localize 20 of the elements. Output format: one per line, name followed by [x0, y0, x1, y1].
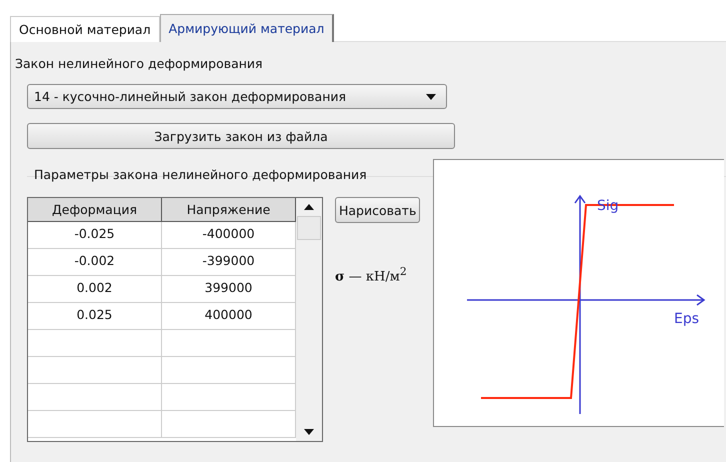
scrollbar-thumb[interactable] [297, 216, 321, 240]
scroll-up-icon[interactable] [304, 204, 314, 210]
load-from-file-button[interactable]: Загрузить закон из файла [27, 123, 455, 149]
table-cell: 0.002 [28, 276, 162, 302]
units-label: σ — кН/м$^{2}$ [335, 265, 407, 284]
law-dropdown[interactable]: 14 - кусочно-линейный закон деформирования [27, 84, 447, 109]
group-title: Параметры закона нелинейного деформирования [33, 167, 368, 184]
scrollbar[interactable] [296, 198, 322, 441]
data-table[interactable]: Деформация Напряжение -0.025 -400000 -0.002 -399000 0.002 399000 0.025 400000 [27, 197, 323, 442]
table-cell: -0.025 [28, 222, 162, 248]
table-cell: 0.025 [28, 303, 162, 329]
tab[interactable]: Основной материал [10, 16, 160, 42]
scroll-down-icon[interactable] [304, 429, 314, 435]
table-cell: -0.002 [28, 249, 162, 275]
x-axis-label: Eps [674, 311, 700, 327]
dropdown-caret-icon [426, 94, 436, 100]
draw-button[interactable]: Нарисовать [335, 197, 420, 223]
law-label: Закон нелинейного деформирования [15, 56, 264, 73]
column-header[interactable]: Деформация [28, 198, 162, 221]
tab[interactable]: Армирующий материал [160, 14, 334, 42]
